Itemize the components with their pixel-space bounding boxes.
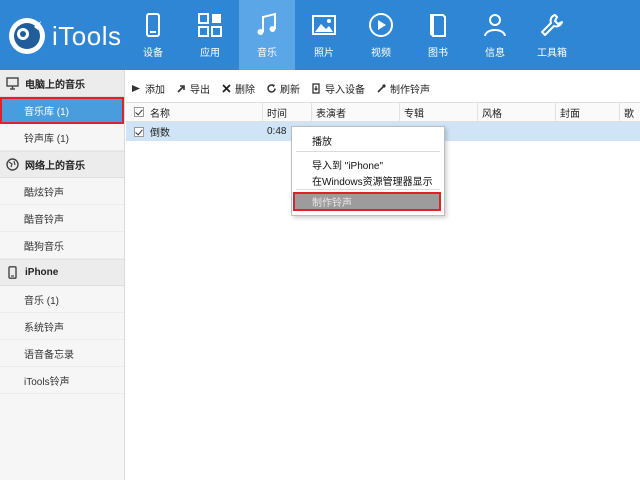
refresh-label: 刷新 [280, 84, 300, 96]
column-genre-label: 风格 [482, 108, 502, 120]
delete-button[interactable]: 删除 [221, 81, 255, 96]
sidebar-item-voice-memos[interactable]: 语音备忘录 [0, 340, 124, 367]
cell-name: 倒数 [126, 124, 263, 139]
menu-separator [296, 151, 440, 152]
user-icon [484, 14, 506, 37]
sidebar-item-ringtone-library[interactable]: 铃声库 (1) [0, 124, 124, 151]
tab-label: 工具箱 [537, 48, 567, 59]
menu-separator [296, 189, 440, 190]
music-icon [257, 12, 276, 35]
make-ringtone-label: 制作铃声 [390, 84, 430, 96]
logo-icon [8, 17, 46, 55]
tab-photo[interactable]: 照片 [296, 0, 352, 70]
column-artist[interactable]: 表演者 [312, 103, 400, 121]
export-label: 导出 [190, 84, 210, 96]
tab-label: 信息 [485, 48, 505, 59]
sidebar-item-iphone-music[interactable]: 音乐 (1) [0, 286, 124, 313]
apps-icon [198, 13, 222, 37]
ringtone-icon [377, 83, 386, 93]
export-button[interactable]: 导出 [176, 81, 210, 96]
tab-label: 应用 [200, 48, 220, 59]
tools-icon [541, 14, 563, 36]
device-icon [146, 13, 160, 37]
sidebar-section-iphone: iPhone [0, 259, 124, 286]
sidebar-section-title: iPhone [25, 267, 59, 278]
menu-item-import-to-iphone[interactable]: 导入到 "iPhone" [312, 157, 383, 172]
add-label: 添加 [145, 84, 165, 96]
toolbar: 添加 导出 删除 刷新 导入设备 制作铃声 [126, 76, 640, 100]
add-button[interactable]: 添加 [131, 81, 165, 96]
tab-books[interactable]: 图书 [410, 0, 466, 70]
sidebar-item-kuyin[interactable]: 酷音铃声 [0, 205, 124, 232]
column-cover[interactable]: 封面 [556, 103, 620, 121]
sidebar-item-music-library[interactable]: 音乐库 (1) [0, 97, 124, 124]
import-device-button[interactable]: 导入设备 [311, 81, 365, 96]
tab-label: 设备 [143, 48, 163, 59]
tab-info[interactable]: 信息 [467, 0, 523, 70]
photo-icon [312, 15, 336, 35]
column-time-label: 时间 [267, 108, 287, 120]
column-artist-label: 表演者 [316, 108, 346, 120]
app-logo: iTools [8, 16, 121, 56]
sidebar-section-title: 电脑上的音乐 [25, 79, 85, 91]
column-genre[interactable]: 风格 [478, 103, 556, 121]
sidebar: 电脑上的音乐 音乐库 (1) 铃声库 (1) 网络上的音乐 酷炫铃声 酷音铃声 … [0, 70, 125, 480]
sidebar-item-kugou[interactable]: 酷狗音乐 [0, 232, 124, 259]
sidebar-item-kuxuan[interactable]: 酷炫铃声 [0, 178, 124, 205]
sidebar-item-itools-ringtones[interactable]: iTools铃声 [0, 367, 124, 394]
add-icon [132, 84, 140, 92]
row-checkbox[interactable] [134, 126, 144, 137]
column-name[interactable]: 名称 [126, 103, 263, 121]
sidebar-section-computer: 电脑上的音乐 [0, 70, 124, 97]
menu-item-play[interactable]: 播放 [312, 133, 332, 148]
import-device-label: 导入设备 [325, 84, 365, 96]
column-lyrics-label: 歌 [624, 108, 634, 120]
refresh-icon [267, 83, 276, 93]
menu-item-show-in-explorer[interactable]: 在Windows资源管理器显示 [312, 173, 433, 188]
column-name-label: 名称 [150, 108, 170, 120]
song-duration: 0:48 [267, 126, 287, 137]
phone-icon [8, 266, 17, 279]
delete-label: 删除 [235, 84, 255, 96]
close-icon [222, 83, 231, 93]
export-icon [177, 84, 185, 93]
column-album[interactable]: 专辑 [400, 103, 478, 121]
sidebar-section-online: 网络上的音乐 [0, 151, 124, 178]
menu-item-make-ringtone[interactable]: 制作铃声 [293, 192, 441, 211]
video-icon [369, 13, 393, 37]
sidebar-item-system-ringtones[interactable]: 系统铃声 [0, 313, 124, 340]
column-cover-label: 封面 [560, 108, 580, 120]
tab-label: 照片 [314, 48, 334, 59]
tab-apps[interactable]: 应用 [182, 0, 238, 70]
column-time[interactable]: 时间 [263, 103, 312, 121]
book-icon [430, 14, 446, 37]
tab-device[interactable]: 设备 [125, 0, 181, 70]
globe-icon [6, 158, 19, 171]
refresh-button[interactable]: 刷新 [266, 81, 300, 96]
tab-label: 图书 [428, 48, 448, 59]
app-name: iTools [52, 20, 122, 51]
context-menu: 播放 导入到 "iPhone" 在Windows资源管理器显示 制作铃声 [291, 126, 445, 216]
sidebar-section-title: 网络上的音乐 [25, 161, 85, 172]
make-ringtone-button[interactable]: 制作铃声 [376, 81, 430, 96]
computer-icon [6, 76, 19, 90]
select-all-checkbox[interactable] [134, 107, 144, 117]
tab-video[interactable]: 视频 [353, 0, 409, 70]
main-nav: 设备 应用 音乐 照片 视频 图书 信息 工具箱 [125, 0, 581, 70]
top-bar: iTools 设备 应用 音乐 照片 视频 图书 信息 工具箱 [0, 0, 640, 70]
song-title: 倒数 [150, 128, 170, 139]
tab-label: 音乐 [257, 48, 277, 59]
column-lyrics[interactable]: 歌 [620, 103, 640, 121]
table-header: 名称 时间 表演者 专辑 风格 封面 歌 [126, 102, 640, 122]
column-album-label: 专辑 [404, 108, 424, 120]
tab-label: 视频 [371, 48, 391, 59]
import-icon [312, 82, 320, 94]
tab-toolbox[interactable]: 工具箱 [524, 0, 580, 70]
tab-music[interactable]: 音乐 [239, 0, 295, 70]
